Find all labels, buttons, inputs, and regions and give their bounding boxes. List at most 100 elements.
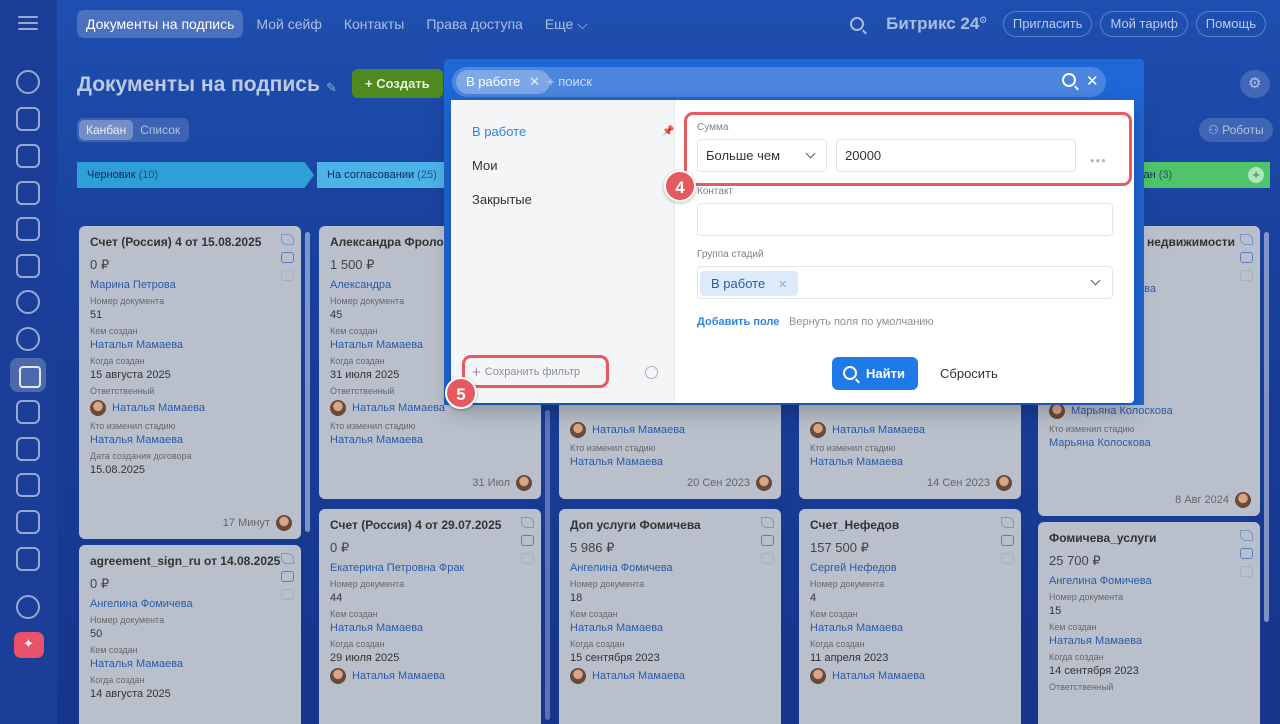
preset-closed[interactable]: Закрытые [472,192,532,207]
pin-icon[interactable]: ✎ [326,80,337,96]
card-title[interactable]: Доп услуги Фомичева [570,518,770,532]
chip-remove-icon[interactable]: ✕ [778,279,787,291]
phone-icon[interactable] [1001,517,1014,528]
deal-card[interactable]: Наталья Мамаева Кто изменил стадию Натал… [559,398,781,499]
phone-icon[interactable] [1240,530,1253,541]
phone-icon[interactable] [1240,234,1253,245]
documents-icon[interactable] [16,107,40,131]
tab-access-rights[interactable]: Права доступа [417,10,531,38]
field-value[interactable]: Наталья Мамаева [330,622,530,634]
deal-card[interactable]: Счет (Россия) 4 от 29.07.2025 0 ₽ Екатер… [319,509,541,724]
view-list[interactable]: Список [133,120,187,140]
field-value[interactable]: Наталья Мамаева [90,658,290,670]
responsible-person[interactable]: Наталья Мамаева [90,400,290,416]
mail-icon[interactable] [281,571,294,582]
mail-icon[interactable] [1240,548,1253,559]
id-card-icon[interactable] [16,254,40,278]
field-value[interactable]: Марьяна Колоскова [1049,437,1249,449]
menu-icon[interactable] [18,16,38,32]
view-kanban[interactable]: Канбан [79,120,134,140]
sign-icon[interactable] [10,358,46,392]
field-value[interactable]: Наталья Мамаева [90,339,290,351]
responsible-person[interactable]: Наталья Мамаева [570,422,770,438]
preset-mine[interactable]: Мои [472,158,497,173]
close-icon[interactable]: ✕ [1086,72,1099,90]
search-placeholder[interactable]: + поиск [547,74,592,89]
active-filter-chip[interactable]: В работе ✕ [456,70,551,94]
terminal-icon[interactable] [16,510,40,534]
calendar-icon[interactable] [16,437,40,461]
responsible-person[interactable]: Наталья Мамаева [810,422,1010,438]
restore-default-fields-link[interactable]: Вернуть поля по умолчанию [789,316,934,328]
field-value[interactable]: Наталья Мамаева [810,622,1010,634]
column-scrollbar[interactable] [305,232,310,532]
mail-icon[interactable] [281,252,294,263]
deal-card[interactable]: Наталья Мамаева Кто изменил стадию Натал… [799,398,1021,499]
chat-icon[interactable] [1240,566,1253,577]
deal-card[interactable]: Фомичева_услуги 25 700 ₽ Ангелина Фомиче… [1038,522,1260,724]
invite-button[interactable]: Пригласить [1002,11,1093,37]
robots-button[interactable]: ⚇ Роботы [1199,118,1273,142]
tab-more[interactable]: Еще ⌵ [536,10,597,38]
tasks-icon[interactable] [16,400,40,424]
card-title[interactable]: Счет_Нефедов [810,518,1010,532]
tab-contacts[interactable]: Контакты [335,10,413,38]
mail-icon[interactable] [761,535,774,546]
card-title[interactable]: Счет (Россия) 4 от 15.08.2025 [90,235,290,249]
crm-icon[interactable] [16,290,40,314]
card-contact[interactable]: Ангелина Фомичева [1049,575,1249,587]
card-contact[interactable]: Ангелина Фомичева [90,598,290,610]
disk-icon[interactable] [16,181,40,205]
card-title[interactable]: Фомичева_услуги [1049,531,1249,545]
deal-card[interactable]: Счет (Россия) 4 от 15.08.2025 0 ₽ Марина… [79,226,301,539]
activity-icon[interactable] [16,70,40,94]
my-plan-button[interactable]: Мой тариф [1100,11,1188,37]
deal-card[interactable]: agreement_sign_ru от 14.08.2025 0 ₽ Анге… [79,545,301,724]
field-value[interactable]: Наталья Мамаева [810,456,1010,468]
field-value[interactable]: Наталья Мамаева [330,434,530,446]
create-button[interactable]: + Создать [352,69,443,98]
card-title[interactable]: Счет (Россия) 4 от 29.07.2025 [330,518,530,532]
phone-icon[interactable] [521,517,534,528]
filter-settings-icon[interactable] [645,366,658,379]
rocket-app-icon[interactable] [14,632,44,658]
chat-icon[interactable] [16,144,40,168]
column-scrollbar[interactable] [1264,232,1269,622]
responsible-person[interactable]: Наталья Мамаева [570,668,770,684]
field-value[interactable]: Наталья Мамаева [570,456,770,468]
search-icon[interactable] [1062,73,1076,87]
column-header-approval[interactable]: На согласовании (25) [317,162,445,188]
bot-icon[interactable] [16,473,40,497]
deal-card[interactable]: Доп услуги Фомичева 5 986 ₽ Ангелина Фом… [559,509,781,724]
tab-my-safe[interactable]: Мой сейф [247,10,330,38]
field-value[interactable]: Наталья Мамаева [570,622,770,634]
contacts-icon[interactable] [16,327,40,351]
card-contact[interactable]: Марина Петрова [90,279,290,291]
contact-input[interactable] [697,203,1113,236]
mail-icon[interactable] [1001,535,1014,546]
search-icon[interactable] [850,17,865,31]
field-value[interactable]: Наталья Мамаева [90,434,290,446]
settings-button[interactable] [1240,70,1270,98]
chat-icon[interactable] [1001,553,1014,564]
field-value[interactable]: Наталья Мамаева [1049,635,1249,647]
tab-documents[interactable]: Документы на подпись [77,10,244,38]
cart-icon[interactable] [16,547,40,571]
column-scrollbar[interactable] [545,410,550,720]
chat-icon[interactable] [1240,270,1253,281]
mail-icon[interactable] [521,535,534,546]
chat-icon[interactable] [761,553,774,564]
deal-card[interactable]: Счет_Нефедов 157 500 ₽ Сергей Нефедов Но… [799,509,1021,724]
responsible-person[interactable]: Наталья Мамаева [330,668,530,684]
column-header-draft[interactable]: Черновик (10) [77,162,314,188]
phone-icon[interactable] [281,234,294,245]
notes-icon[interactable] [16,217,40,241]
chat-icon[interactable] [521,553,534,564]
phone-icon[interactable] [761,517,774,528]
responsible-person[interactable]: Наталья Мамаева [810,668,1010,684]
chat-icon[interactable] [281,589,294,600]
add-field-link[interactable]: Добавить поле [697,316,779,328]
card-contact[interactable]: Сергей Нефедов [810,562,1010,574]
preset-in-work[interactable]: В работе [472,124,526,139]
stage-chip[interactable]: В работе ✕ [700,271,799,296]
